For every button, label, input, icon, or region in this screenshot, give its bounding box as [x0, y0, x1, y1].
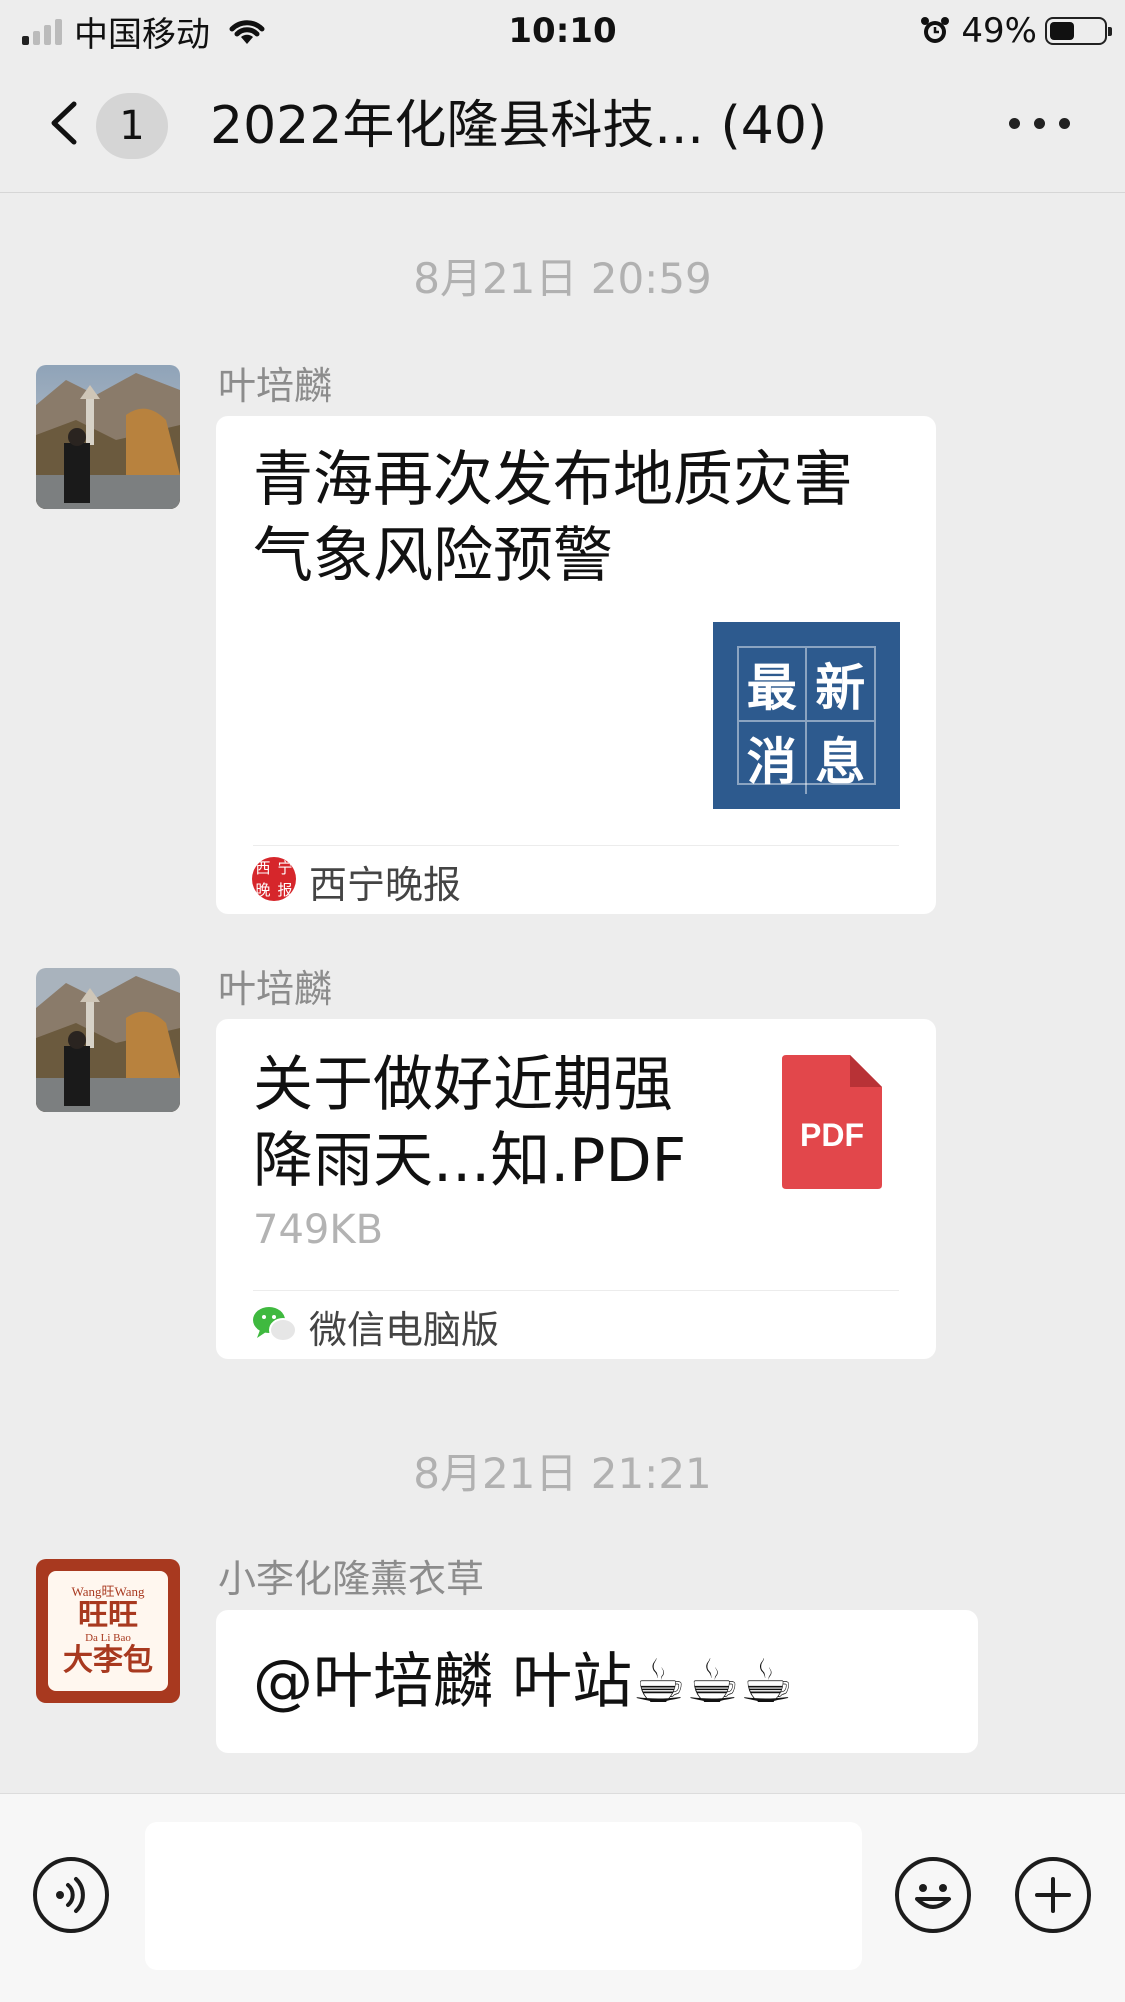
chat-header: 1 2022年化隆县科技... (40): [0, 60, 1125, 193]
article-thumbnail: 最 新 消 息: [713, 622, 900, 809]
message-timestamp: 8月21日 20:59: [413, 254, 712, 303]
sender-name: 叶培麟: [218, 364, 333, 408]
status-bar: 中国移动 10:10 49%: [0, 0, 1125, 60]
file-name-line1: 关于做好近期强: [253, 1050, 673, 1120]
file-source-name: 微信电脑版: [309, 1308, 500, 1352]
avatar[interactable]: Wang旺Wang 旺旺 Da Li Bao 大李包: [36, 1559, 180, 1703]
file-message-card[interactable]: 关于做好近期强 降雨天...知.PDF 749KB PDF 微信电脑版: [216, 1019, 936, 1359]
alarm-icon: [921, 17, 950, 43]
pdf-file-icon: PDF: [782, 1055, 882, 1189]
chat-title: 2022年化隆县科技... (40): [210, 96, 828, 156]
back-icon[interactable]: [40, 98, 90, 148]
emoji-button[interactable]: [895, 1857, 971, 1933]
battery-icon: [1045, 17, 1112, 45]
voice-input-button[interactable]: [33, 1857, 109, 1933]
file-size: 749KB: [253, 1207, 384, 1253]
battery-percentage: 49%: [961, 11, 1037, 51]
emoji-icon: [915, 1884, 951, 1909]
message-input[interactable]: [145, 1822, 862, 1970]
avatar[interactable]: [36, 968, 180, 1112]
avatar[interactable]: [36, 365, 180, 509]
plus-icon: [1035, 1877, 1071, 1913]
wechat-icon: [253, 1307, 297, 1342]
message-text: @叶培麟 叶站☕☕☕: [253, 1647, 794, 1717]
sender-name: 叶培麟: [218, 967, 333, 1011]
voice-icon: [56, 1877, 85, 1913]
file-name-line2: 降雨天...知.PDF: [253, 1126, 687, 1196]
message-timestamp: 8月21日 21:21: [413, 1449, 712, 1498]
article-title-line2: 气象风险预警: [253, 521, 613, 591]
more-options-icon[interactable]: [1009, 118, 1070, 129]
source-logo-icon: 西宁 晚报: [252, 857, 296, 901]
article-title-line1: 青海再次发布地质灾害: [253, 445, 853, 515]
text-message-bubble[interactable]: @叶培麟 叶站☕☕☕: [216, 1610, 978, 1753]
sender-name: 小李化隆薰衣草: [218, 1557, 485, 1601]
input-bar: [0, 1793, 1125, 2002]
unread-count-badge[interactable]: 1: [96, 93, 168, 159]
article-message-card[interactable]: 青海再次发布地质灾害 气象风险预警 最 新 消 息 西宁 晚报 西宁晚报: [216, 416, 936, 914]
article-source-name: 西宁晚报: [309, 863, 462, 907]
add-more-button[interactable]: [1015, 1857, 1091, 1933]
